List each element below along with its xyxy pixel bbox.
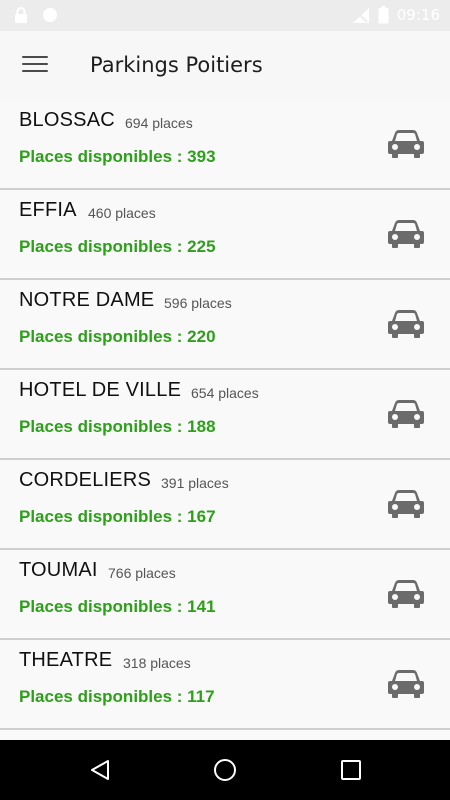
parking-name: CORDELIERS [19, 469, 152, 491]
battery-icon [378, 6, 389, 24]
status-left-icons [14, 7, 58, 24]
available-places: Places disponibles : 225 [19, 237, 216, 256]
car-icon[interactable] [387, 579, 425, 609]
list-item[interactable]: TOUMAI 766 places Places disponibles : 141 [0, 550, 450, 638]
navigation-bar [0, 740, 450, 800]
car-icon[interactable] [387, 399, 425, 429]
lock-icon [15, 7, 27, 23]
parking-capacity: 318 places [123, 655, 191, 671]
parking-capacity: 694 places [125, 115, 193, 131]
parking-list: BLOSSAC 694 places Places disponibles : 39… [0, 100, 450, 740]
status-right-icons: 09:16 [352, 6, 440, 24]
list-item[interactable]: NOTRE DAME 596 places Places disponibles :… [0, 280, 450, 368]
list-item[interactable] [0, 730, 450, 740]
parking-capacity: 654 places [191, 385, 259, 401]
signal-icon [352, 7, 369, 23]
available-places: Places disponibles : 188 [19, 417, 216, 436]
available-places: Places disponibles : 220 [19, 327, 216, 346]
list-item[interactable]: BLOSSAC 694 places Places disponibles : 39… [0, 100, 450, 188]
page-title: Parkings Poitiers [90, 53, 263, 77]
parking-capacity: 766 places [108, 565, 176, 581]
list-item[interactable]: EFFIA 460 places Places disponibles : 225 [0, 190, 450, 278]
parking-capacity: 596 places [164, 295, 232, 311]
car-icon[interactable] [387, 129, 425, 159]
back-icon[interactable] [88, 758, 112, 782]
app-bar: Parkings Poitiers [0, 31, 450, 100]
available-places: Places disponibles : 393 [19, 147, 216, 166]
parking-capacity: 460 places [88, 205, 156, 221]
car-icon[interactable] [387, 669, 425, 699]
available-places: Places disponibles : 117 [19, 687, 215, 706]
parking-name: BLOSSAC [19, 109, 115, 131]
list-item[interactable]: CORDELIERS 391 places Places disponibles :… [0, 460, 450, 548]
notification-icon [43, 8, 57, 22]
list-item[interactable]: HOTEL DE VILLE 654 places Places disponibl… [0, 370, 450, 458]
parking-name: TOUMAI [19, 559, 98, 581]
list-item[interactable]: THEATRE 318 places Places disponibles : 11… [0, 640, 450, 728]
parking-name: EFFIA [19, 199, 77, 221]
parking-capacity: 391 places [161, 475, 229, 491]
hamburger-menu-icon[interactable] [22, 55, 48, 75]
parking-name: NOTRE DAME [19, 289, 155, 311]
home-icon[interactable] [213, 758, 237, 782]
status-time: 09:16 [396, 6, 440, 24]
status-bar: 09:16 [0, 0, 450, 31]
car-icon[interactable] [387, 219, 425, 249]
available-places: Places disponibles : 141 [19, 597, 216, 616]
car-icon[interactable] [387, 489, 425, 519]
parking-name: HOTEL DE VILLE [19, 379, 182, 401]
parking-name: THEATRE [19, 649, 113, 671]
available-places: Places disponibles : 167 [19, 507, 216, 526]
recents-icon[interactable] [339, 758, 363, 782]
car-icon[interactable] [387, 309, 425, 339]
